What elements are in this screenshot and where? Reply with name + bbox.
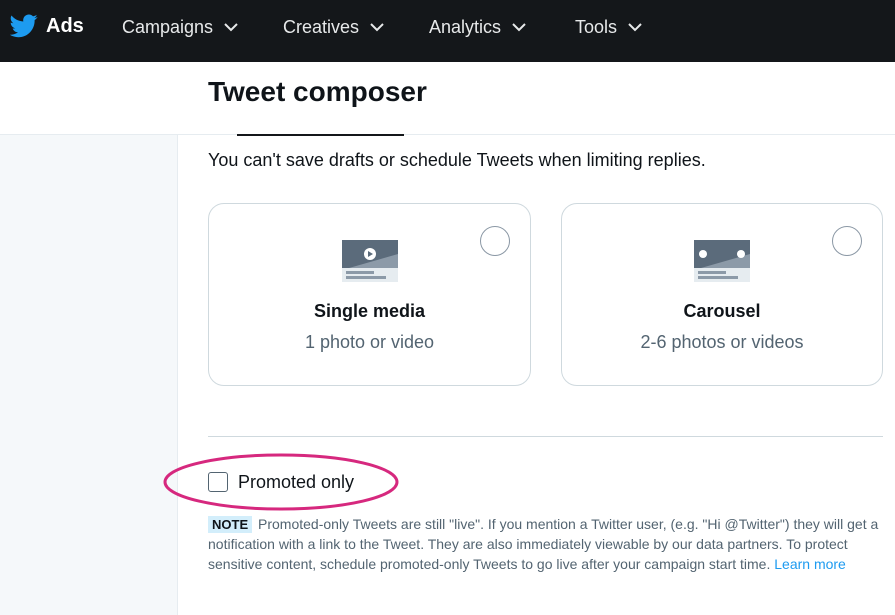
nav-tools[interactable]: Tools [575, 14, 643, 40]
single-media-icon [341, 240, 398, 282]
carousel-radio[interactable] [832, 226, 862, 256]
note-badge: NOTE [208, 516, 253, 533]
twitter-bird-icon [10, 14, 38, 38]
promoted-only-checkbox[interactable] [208, 472, 228, 492]
chevron-down-icon [512, 23, 526, 32]
promoted-only-label[interactable]: Promoted only [238, 472, 354, 493]
single-media-title: Single media [313, 301, 426, 321]
left-gutter [0, 135, 178, 615]
nav-analytics-label: Analytics [429, 16, 502, 37]
page-header: Tweet composer [0, 62, 895, 135]
carousel-icon [694, 240, 750, 282]
carousel-title: Carousel [683, 301, 761, 321]
single-media-radio[interactable] [480, 226, 510, 256]
promoted-only-option[interactable]: Promoted only [208, 470, 354, 494]
learn-more-link[interactable]: Learn more [774, 556, 846, 572]
carousel-subtitle: 2-6 photos or videos [640, 332, 804, 352]
brand[interactable]: Ads [10, 12, 84, 40]
single-media-subtitle: 1 photo or video [304, 332, 435, 352]
nav-creatives-label: Creatives [283, 16, 360, 37]
chevron-down-icon [370, 23, 384, 32]
section-divider [208, 436, 883, 437]
format-card-carousel[interactable]: Carousel 2-6 photos or videos [561, 203, 883, 386]
page-title: Tweet composer [208, 76, 427, 107]
format-card-single-media[interactable]: Single media 1 photo or video [208, 203, 531, 386]
nav-campaigns[interactable]: Campaigns [122, 14, 239, 40]
chevron-down-icon [224, 23, 238, 32]
nav-campaigns-label: Campaigns [122, 16, 214, 37]
reply-limit-info: You can't save drafts or schedule Tweets… [208, 150, 706, 170]
brand-label: Ads [46, 14, 84, 37]
nav-creatives[interactable]: Creatives [283, 14, 385, 40]
nav-tools-label: Tools [575, 16, 618, 37]
promoted-only-note: NOTE Promoted-only Tweets are still "liv… [208, 514, 884, 574]
nav-analytics[interactable]: Analytics [429, 14, 527, 40]
top-nav: Ads Campaigns Creatives Analytics Tools [0, 0, 895, 62]
chevron-down-icon [628, 23, 642, 32]
tab-indicator [237, 134, 404, 136]
